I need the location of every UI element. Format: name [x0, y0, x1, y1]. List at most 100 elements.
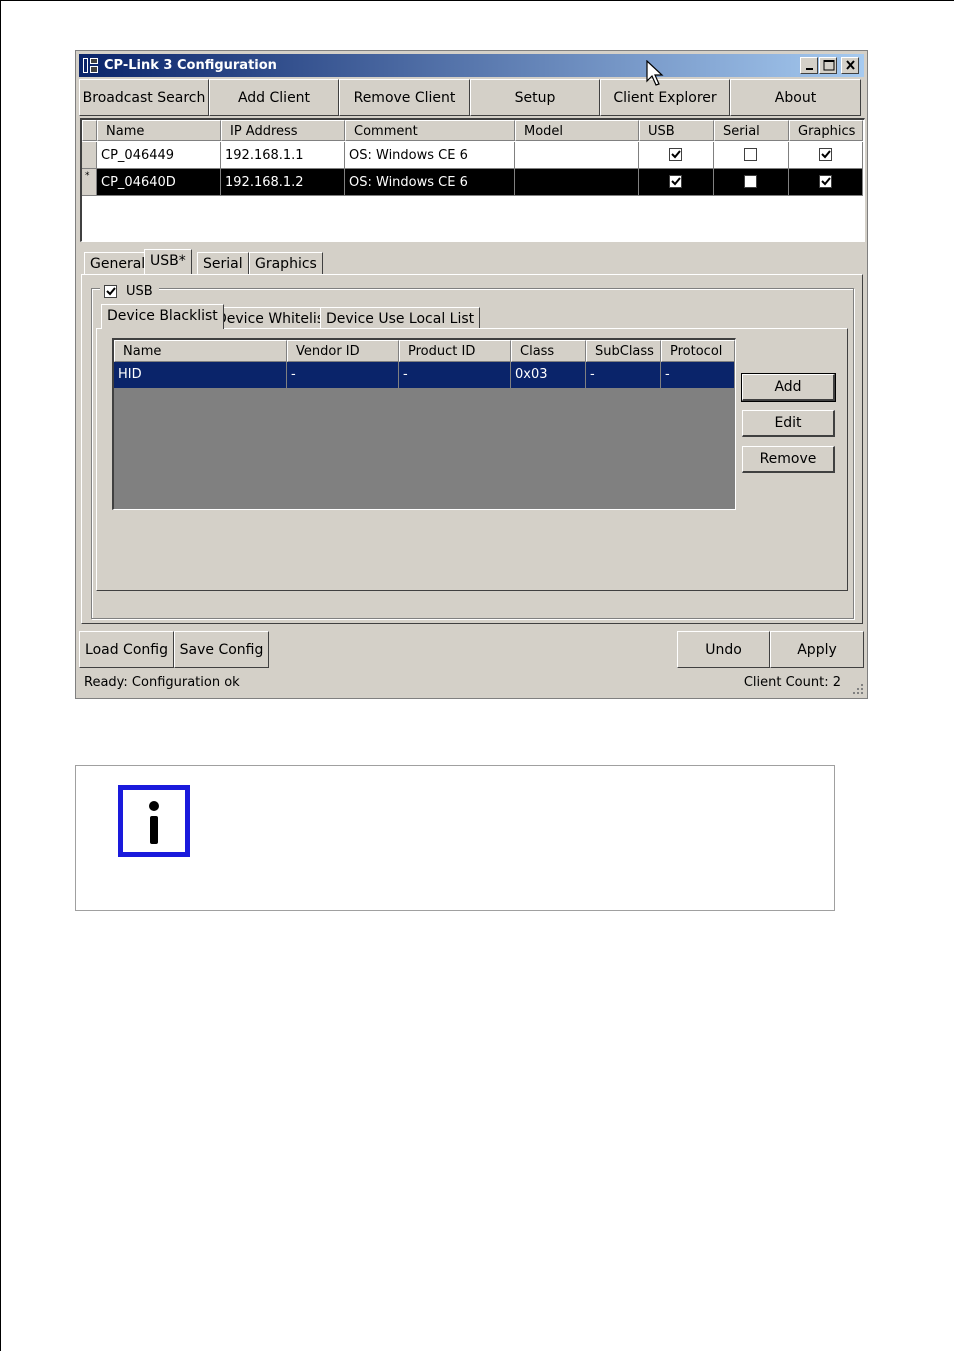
broadcast-search-label: Broadcast Search — [82, 89, 206, 106]
client-serial-cell — [714, 169, 789, 196]
row-marker: * — [82, 169, 97, 196]
resize-grip-icon[interactable] — [851, 682, 864, 695]
client-row[interactable]: CP_046449 192.168.1.1 OS: Windows CE 6 — [82, 142, 863, 169]
tab-device-use-local-list[interactable]: Device Use Local List — [320, 307, 481, 329]
client-name-cell: CP_046449 — [97, 142, 221, 169]
device-subclass-cell[interactable]: - — [586, 362, 661, 388]
client-ip-cell: 192.168.1.1 — [221, 142, 345, 169]
graphics-checkbox[interactable] — [819, 148, 832, 161]
toolbar: Broadcast Search Add Client Remove Clien… — [79, 79, 864, 116]
client-graphics-cell — [789, 169, 863, 196]
graphics-checkbox[interactable] — [819, 175, 832, 188]
check-icon — [671, 177, 681, 186]
about-label: About — [774, 89, 817, 106]
client-graphics-cell — [789, 142, 863, 169]
window-title: CP-Link 3 Configuration — [104, 58, 277, 73]
broadcast-search-button[interactable]: Broadcast Search — [79, 79, 209, 116]
tab-general[interactable]: General — [84, 252, 152, 274]
device-protocol-cell[interactable]: - — [661, 362, 735, 388]
device-product-id-cell[interactable]: - — [399, 362, 511, 388]
add-button[interactable]: Add — [741, 373, 836, 402]
check-icon — [821, 150, 831, 159]
column-header-usb[interactable]: USB — [639, 120, 714, 141]
usb-checkbox[interactable] — [669, 175, 682, 188]
close-button[interactable] — [841, 57, 859, 74]
tab-usb[interactable]: USB* — [144, 249, 192, 274]
add-client-label: Add Client — [237, 89, 311, 106]
column-header-serial[interactable]: Serial — [714, 120, 789, 141]
column-header-graphics[interactable]: Graphics — [789, 120, 863, 141]
client-explorer-button[interactable]: Client Explorer — [600, 79, 730, 116]
row-header-corner — [82, 120, 97, 141]
blacklist-grid[interactable]: Name Vendor ID Product ID Class SubClass… — [112, 338, 736, 510]
usb-enable-label: USB — [126, 283, 153, 299]
column-header-vendor-id[interactable]: Vendor ID — [287, 340, 399, 362]
check-icon — [821, 177, 831, 186]
client-usb-cell — [639, 169, 714, 196]
client-comment-cell: OS: Windows CE 6 — [345, 169, 515, 196]
mouse-cursor-icon — [646, 60, 664, 86]
column-header-model[interactable]: Model — [515, 120, 639, 141]
check-icon — [106, 286, 116, 295]
title-bar[interactable]: CP-Link 3 Configuration — [79, 54, 864, 77]
maximize-button[interactable] — [819, 57, 837, 74]
apply-button[interactable]: Apply — [770, 631, 864, 668]
client-list-header: Name IP Address Comment Model USB Serial… — [82, 120, 863, 141]
device-vendor-id-cell[interactable]: - — [287, 362, 399, 388]
column-header-name[interactable]: Name — [114, 340, 287, 362]
info-note-box — [75, 765, 835, 911]
edit-button[interactable]: Edit — [742, 410, 835, 437]
row-marker — [82, 142, 97, 169]
page-border — [0, 0, 954, 1]
load-config-button[interactable]: Load Config — [79, 631, 174, 668]
tab-device-blacklist[interactable]: Device Blacklist — [101, 304, 224, 329]
page-border — [0, 0, 1, 1351]
config-window: CP-Link 3 Configuration Broadcast Search… — [75, 50, 868, 699]
add-client-button[interactable]: Add Client — [209, 79, 339, 116]
usb-enable-box[interactable] — [104, 284, 117, 298]
setup-button[interactable]: Setup — [470, 79, 600, 116]
minimize-icon — [806, 68, 813, 70]
serial-checkbox[interactable] — [744, 175, 757, 188]
client-usb-cell — [639, 142, 714, 169]
remove-button[interactable]: Remove — [742, 446, 835, 473]
device-name-cell[interactable]: HID — [114, 362, 287, 388]
tab-serial[interactable]: Serial — [197, 252, 249, 274]
column-header-ip[interactable]: IP Address — [221, 120, 345, 141]
tab-graphics[interactable]: Graphics — [249, 252, 323, 274]
column-header-subclass[interactable]: SubClass — [586, 340, 661, 362]
client-model-cell — [515, 169, 639, 196]
client-row-selected[interactable]: * CP_04640D 192.168.1.2 OS: Windows CE 6 — [82, 169, 863, 196]
client-model-cell — [515, 142, 639, 169]
undo-button[interactable]: Undo — [677, 631, 770, 668]
column-header-class[interactable]: Class — [511, 340, 586, 362]
client-list[interactable]: Name IP Address Comment Model USB Serial… — [80, 118, 865, 242]
close-icon — [846, 60, 855, 70]
client-name-cell: CP_04640D — [97, 169, 221, 196]
status-text: Ready: Configuration ok — [84, 675, 240, 690]
save-config-button[interactable]: Save Config — [174, 631, 269, 668]
serial-checkbox[interactable] — [744, 148, 757, 161]
minimize-button[interactable] — [800, 57, 818, 74]
column-header-name[interactable]: Name — [97, 120, 221, 141]
setup-label: Setup — [514, 89, 556, 106]
client-serial-cell — [714, 142, 789, 169]
info-icon — [118, 785, 190, 857]
client-comment-cell: OS: Windows CE 6 — [345, 142, 515, 169]
app-icon — [83, 58, 98, 73]
device-class-cell[interactable]: 0x03 — [511, 362, 586, 388]
remove-client-button[interactable]: Remove Client — [339, 79, 470, 116]
column-header-protocol[interactable]: Protocol — [661, 340, 735, 362]
usb-enable-checkbox[interactable]: USB — [100, 280, 159, 302]
tab-device-whitelist[interactable]: Device Whitelist — [210, 307, 336, 329]
check-icon — [671, 150, 681, 159]
remove-client-label: Remove Client — [353, 89, 456, 106]
column-header-comment[interactable]: Comment — [345, 120, 515, 141]
about-button[interactable]: About — [730, 79, 861, 116]
client-explorer-label: Client Explorer — [613, 89, 717, 106]
client-count: Client Count: 2 — [743, 675, 841, 690]
client-ip-cell: 192.168.1.2 — [221, 169, 345, 196]
usb-checkbox[interactable] — [669, 148, 682, 161]
maximize-icon — [823, 60, 835, 71]
column-header-product-id[interactable]: Product ID — [399, 340, 511, 362]
